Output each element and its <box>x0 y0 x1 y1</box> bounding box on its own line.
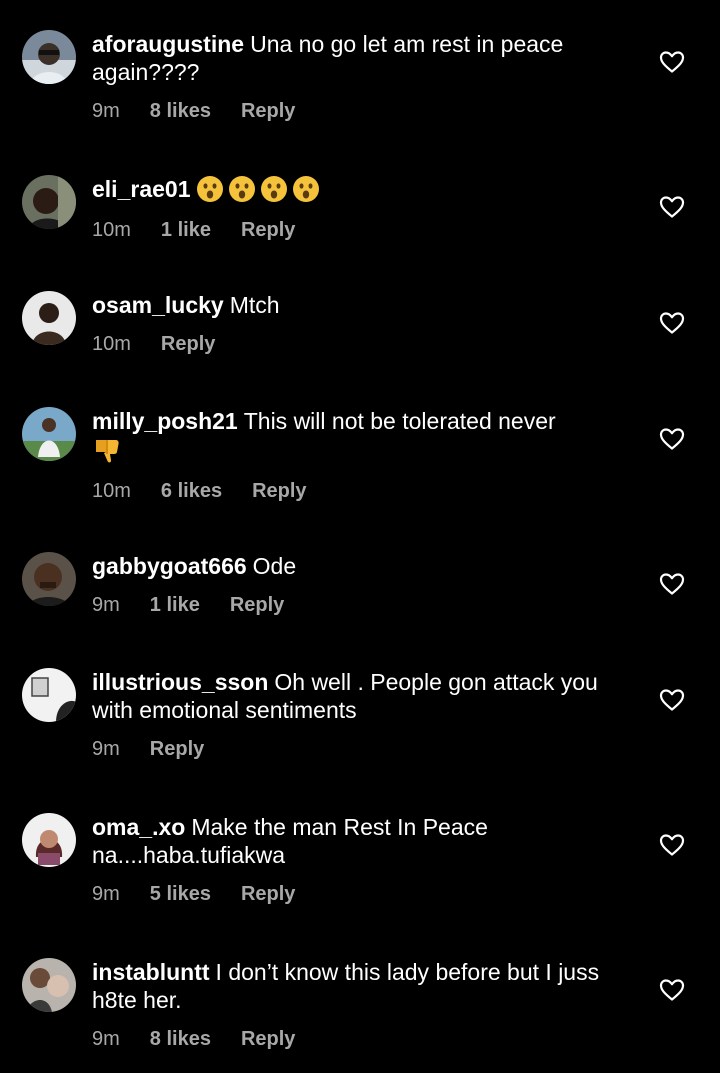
emoji-group <box>196 175 320 203</box>
comment-text: illustrious_sson Oh well . People gon att… <box>92 668 637 724</box>
astonished-face-icon <box>261 175 288 202</box>
avatar-photo <box>22 552 76 606</box>
comment-text: instabluntt I don’t know this lady before… <box>92 958 637 1014</box>
avatar[interactable] <box>22 30 76 84</box>
comment-time: 10m <box>92 479 131 502</box>
comment-likes[interactable]: 8 likes <box>150 1027 211 1051</box>
like-heart-icon[interactable] <box>659 833 685 857</box>
comment-time: 9m <box>92 100 120 122</box>
comment-username[interactable]: osam_lucky <box>92 292 224 318</box>
comment-username[interactable]: milly_posh21 <box>92 408 238 434</box>
comment-body: Ode <box>252 553 297 579</box>
comment-likes[interactable]: 1 like <box>150 593 200 617</box>
avatar-photo <box>22 175 76 229</box>
avatar-photo <box>22 407 76 461</box>
like-heart-icon[interactable] <box>659 572 685 596</box>
comment-username[interactable]: gabbygoat666 <box>92 553 247 579</box>
comment-time: 9m <box>92 883 120 905</box>
comment-meta: 9m 8 likes Reply <box>92 1027 637 1051</box>
avatar[interactable] <box>22 668 76 722</box>
comment-likes[interactable]: 8 likes <box>150 99 211 123</box>
avatar[interactable] <box>22 958 76 1012</box>
comment-meta: 10m Reply <box>92 332 637 356</box>
astonished-face-icon <box>293 175 320 202</box>
like-heart-icon[interactable] <box>659 427 685 451</box>
comment-time: 9m <box>92 1028 120 1050</box>
thumbs-down-icon <box>96 439 119 463</box>
like-heart-icon[interactable] <box>659 195 685 219</box>
reply-button[interactable]: Reply <box>241 1027 295 1051</box>
reply-button[interactable]: Reply <box>241 218 295 242</box>
comment-text: aforaugustine Una no go let am rest in pe… <box>92 30 637 86</box>
reply-button[interactable]: Reply <box>230 593 284 617</box>
avatar[interactable] <box>22 813 76 867</box>
comment-username[interactable]: oma_.xo <box>92 814 185 840</box>
comment-meta: 10m 1 like Reply <box>92 218 637 242</box>
comment-time: 10m <box>92 333 131 355</box>
comment-text: oma_.xo Make the man Rest In Peace na....… <box>92 813 637 869</box>
comment-time: 9m <box>92 738 120 760</box>
comment-text: osam_lucky Mtch <box>92 291 637 319</box>
reply-button[interactable]: Reply <box>241 99 295 123</box>
avatar[interactable] <box>22 407 76 461</box>
reply-button[interactable]: Reply <box>150 737 204 761</box>
like-heart-icon[interactable] <box>659 688 685 712</box>
comment-meta: 10m 6 likes Reply <box>92 479 637 503</box>
astonished-face-icon <box>229 175 256 202</box>
astonished-face-icon <box>197 175 224 202</box>
comment-meta: 9m 5 likes Reply <box>92 882 637 906</box>
comment-likes[interactable]: 1 like <box>161 218 211 242</box>
avatar-photo <box>22 813 76 867</box>
comment-text: milly_posh21 This will not be tolerated n… <box>92 407 637 466</box>
comment-likes[interactable]: 6 likes <box>161 479 222 503</box>
comment-username[interactable]: illustrious_sson <box>92 669 268 695</box>
avatar[interactable] <box>22 552 76 606</box>
avatar-photo <box>22 958 76 1012</box>
avatar-photo <box>22 668 76 722</box>
reply-button[interactable]: Reply <box>241 882 295 906</box>
comment-text: eli_rae01 <box>92 175 637 205</box>
avatar[interactable] <box>22 291 76 345</box>
avatar-photo <box>22 30 76 84</box>
comment-likes[interactable]: 5 likes <box>150 882 211 906</box>
comment-time: 9m <box>92 594 120 616</box>
like-heart-icon[interactable] <box>659 50 685 74</box>
like-heart-icon[interactable] <box>659 311 685 335</box>
avatar[interactable] <box>22 175 76 229</box>
comment-body: This will not be tolerated never <box>243 408 556 434</box>
reply-button[interactable]: Reply <box>252 479 306 503</box>
reply-button[interactable]: Reply <box>161 332 215 356</box>
comment-text: gabbygoat666 Ode <box>92 552 637 580</box>
comment-time: 10m <box>92 218 131 241</box>
avatar-photo <box>22 291 76 345</box>
comment-meta: 9m Reply <box>92 737 637 761</box>
comment-meta: 9m 8 likes Reply <box>92 99 637 123</box>
comment-body: Mtch <box>229 292 280 318</box>
comment-username[interactable]: aforaugustine <box>92 31 244 57</box>
comment-username[interactable]: instabluntt <box>92 959 210 985</box>
like-heart-icon[interactable] <box>659 978 685 1002</box>
comment-username[interactable]: eli_rae01 <box>92 176 190 202</box>
comment-meta: 9m 1 like Reply <box>92 593 637 617</box>
